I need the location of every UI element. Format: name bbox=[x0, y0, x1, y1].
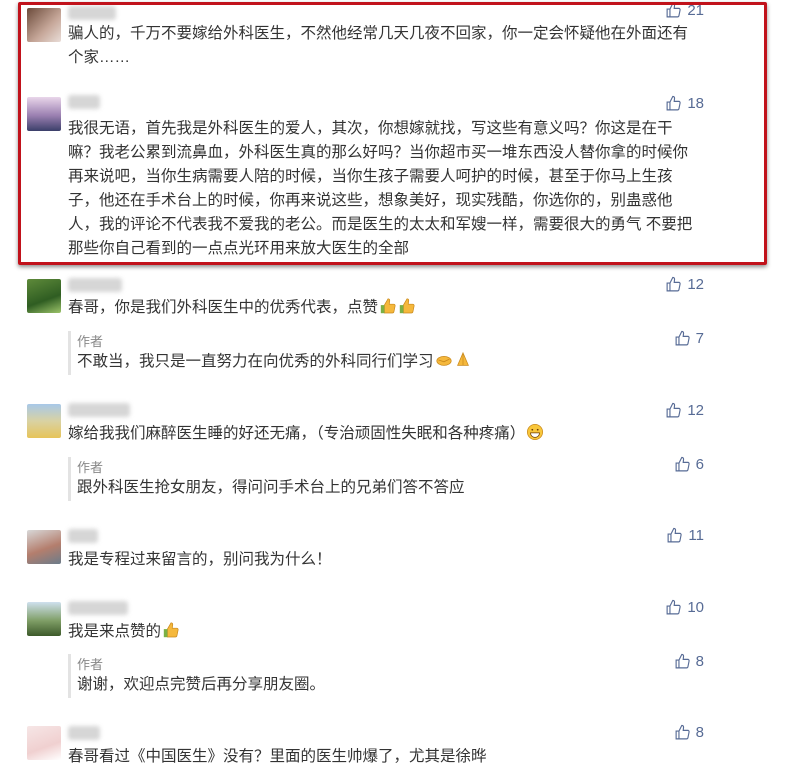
thumbs-up-icon bbox=[675, 724, 690, 740]
comment-text: 我很无语，首先我是外科医生的爱人，其次，你想嫁就找，写这些有意义吗？你这是在干嘛… bbox=[68, 120, 693, 257]
avatar[interactable] bbox=[27, 602, 61, 636]
reply-like-button[interactable]: 6 bbox=[674, 456, 704, 473]
like-count: 8 bbox=[695, 653, 704, 670]
thumbs-up-icon bbox=[666, 2, 681, 18]
like-count: 6 bbox=[695, 456, 704, 473]
like-button[interactable]: 10 bbox=[665, 599, 704, 616]
like-button[interactable]: 12 bbox=[665, 402, 704, 419]
comment-text-content: 春哥，你是我们外科医生中的优秀代表，点赞 bbox=[68, 299, 379, 316]
username-blurred bbox=[68, 6, 116, 20]
grinning-face-emoji-icon bbox=[527, 423, 544, 441]
thumbs-up-icon bbox=[666, 402, 681, 418]
like-count: 8 bbox=[695, 724, 704, 741]
reply-text-content: 不敢当，我只是一直努力在向优秀的外科同行们学习 bbox=[77, 353, 434, 370]
reply-like-button[interactable]: 8 bbox=[674, 653, 704, 670]
thumbs-up-icon bbox=[666, 599, 681, 615]
comment-text-content: 嫁给我我们麻醉医生睡的好还无痛，（专治顽固性失眠和各种疼痛） bbox=[68, 425, 526, 442]
reply-text: 跟外科医生抢女朋友，得问问手术台上的兄弟们答不答应 bbox=[77, 479, 465, 496]
thumbs-up-icon bbox=[675, 456, 690, 472]
author-reply: 作者 谢谢，欢迎点完赞后再分享朋友圈。 bbox=[68, 654, 711, 698]
reply-author-label: 作者 bbox=[77, 460, 104, 475]
avatar[interactable] bbox=[27, 404, 61, 438]
comment-text-content: 我是来点赞的 bbox=[68, 623, 162, 640]
reply-text: 谢谢，欢迎点完赞后再分享朋友圈。 bbox=[77, 676, 326, 693]
thumbs-up-emoji-icon bbox=[380, 298, 396, 314]
thumbs-up-emoji-icon bbox=[399, 298, 415, 314]
thumbs-up-icon bbox=[675, 653, 690, 669]
like-count: 10 bbox=[687, 599, 704, 616]
username-blurred bbox=[68, 278, 122, 292]
avatar[interactable] bbox=[27, 726, 61, 760]
thumbs-up-icon bbox=[675, 330, 690, 346]
like-button[interactable]: 8 bbox=[674, 724, 704, 741]
like-count: 21 bbox=[687, 2, 704, 19]
reply-text: 不敢当，我只是一直努力在向优秀的外科同行们学习 bbox=[77, 350, 472, 374]
like-count: 12 bbox=[687, 402, 704, 419]
username-blurred bbox=[68, 403, 130, 417]
comment-text: 春哥看过《中国医生》没有？里面的医生帅爆了，尤其是徐晔 bbox=[68, 748, 487, 765]
thumbs-up-icon bbox=[666, 95, 681, 111]
avatar[interactable] bbox=[27, 279, 61, 313]
username-blurred bbox=[68, 529, 98, 543]
praying-hands-emoji-icon bbox=[456, 351, 469, 366]
like-button[interactable]: 21 bbox=[665, 2, 704, 19]
thumbs-up-emoji-icon bbox=[163, 622, 179, 638]
like-button[interactable]: 18 bbox=[665, 95, 704, 112]
author-reply: 作者 不敢当，我只是一直努力在向优秀的外科同行们学习 bbox=[68, 331, 711, 375]
like-button[interactable]: 12 bbox=[665, 276, 704, 293]
like-button[interactable]: 11 bbox=[666, 527, 704, 544]
author-reply: 作者 跟外科医生抢女朋友，得问问手术台上的兄弟们答不答应 bbox=[68, 457, 711, 501]
like-count: 11 bbox=[688, 527, 704, 544]
like-count: 18 bbox=[687, 95, 704, 112]
like-count: 7 bbox=[695, 330, 704, 347]
avatar[interactable] bbox=[27, 530, 61, 564]
comment-text: 骗人的，千万不要嫁给外科医生，不然他经常几天几夜不回家，你一定会怀疑他在外面还有… bbox=[68, 25, 689, 66]
comment-text: 我是来点赞的 bbox=[68, 620, 708, 644]
avatar[interactable] bbox=[27, 97, 61, 131]
reply-author-label: 作者 bbox=[77, 334, 104, 349]
thumbs-up-icon bbox=[666, 276, 681, 292]
comment-text: 嫁给我我们麻醉医生睡的好还无痛，（专治顽固性失眠和各种疼痛） bbox=[68, 422, 708, 446]
username-blurred bbox=[68, 601, 128, 615]
reply-author-label: 作者 bbox=[77, 657, 104, 672]
handshake-emoji-icon bbox=[435, 356, 452, 366]
username-blurred bbox=[68, 726, 100, 740]
like-count: 12 bbox=[687, 276, 704, 293]
avatar[interactable] bbox=[27, 8, 61, 42]
comment-text: 春哥，你是我们外科医生中的优秀代表，点赞 bbox=[68, 296, 708, 320]
reply-like-button[interactable]: 7 bbox=[674, 330, 704, 347]
comment-text: 我是专程过来留言的，别问我为什么！ bbox=[68, 551, 332, 568]
thumbs-up-icon bbox=[667, 527, 683, 543]
username-blurred bbox=[68, 95, 100, 109]
